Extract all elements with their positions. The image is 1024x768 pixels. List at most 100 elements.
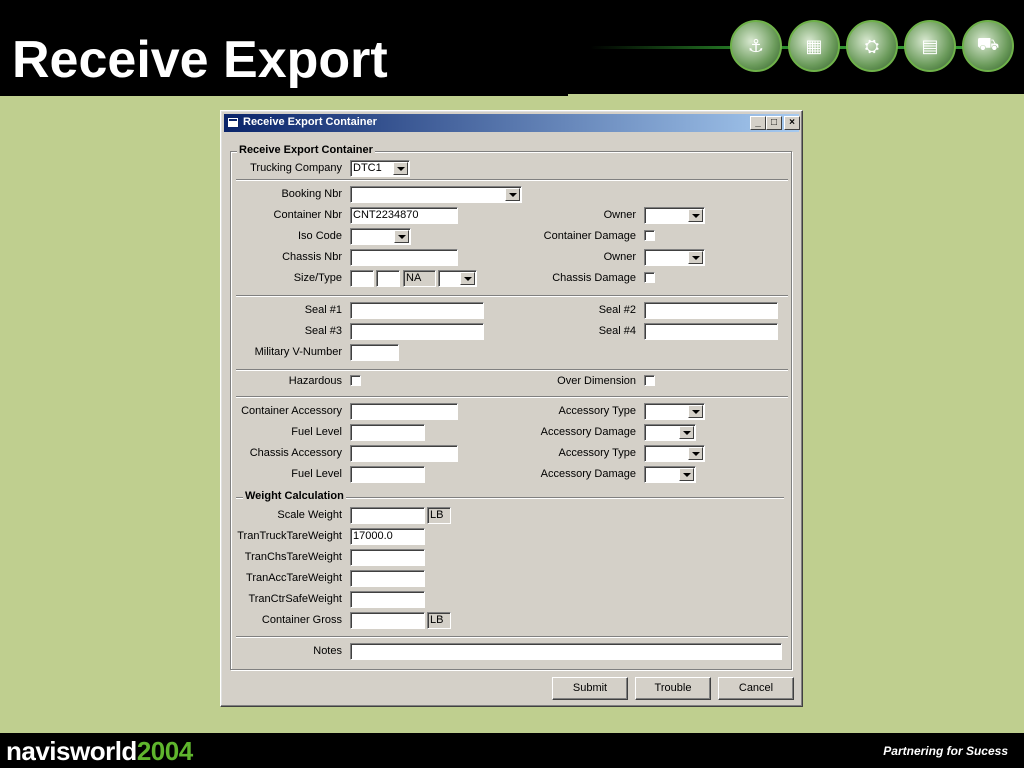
chassis-damage-label: Chassis Damage <box>552 272 636 284</box>
chevron-down-icon <box>688 209 703 222</box>
title-bar[interactable]: Receive Export Container _ □ × <box>224 114 800 132</box>
container-damage-checkbox[interactable] <box>644 230 655 241</box>
iso-code-dropdown[interactable] <box>350 228 411 245</box>
window-icon <box>227 117 239 128</box>
seal-1-field[interactable] <box>350 302 484 319</box>
tran-chs-tare-field[interactable] <box>350 549 425 566</box>
maximize-button[interactable]: □ <box>766 116 782 130</box>
accessory-type-label: Accessory Type <box>558 405 636 417</box>
military-v-number-field[interactable] <box>350 344 399 361</box>
group-title: Receive Export Container <box>237 144 375 156</box>
chevron-down-icon <box>679 426 694 439</box>
divider <box>236 179 788 181</box>
yard-photo-icon: ▤ <box>904 20 956 72</box>
chassis-accessory-field[interactable] <box>350 445 458 462</box>
size-type-label: Size/Type <box>293 272 342 284</box>
type-field[interactable] <box>376 270 400 287</box>
trucking-company-dropdown[interactable]: DTC1 <box>350 160 410 177</box>
iso-code-label: Iso Code <box>297 230 342 242</box>
over-dimension-label: Over Dimension <box>557 375 636 387</box>
seal-4-field[interactable] <box>644 323 778 340</box>
owner-label: Owner <box>603 209 636 221</box>
minimize-button[interactable]: _ <box>750 116 766 130</box>
trucking-company-label: Trucking Company <box>250 162 342 174</box>
notes-label: Notes <box>313 645 342 657</box>
booking-nbr-dropdown[interactable] <box>350 186 522 203</box>
container-accessory-field[interactable] <box>350 403 458 420</box>
port-photo-icon: ⚓ <box>730 20 782 72</box>
container-nbr-field[interactable]: CNT2234870 <box>350 207 458 224</box>
close-button[interactable]: × <box>784 116 800 130</box>
chevron-down-icon <box>505 188 520 201</box>
tran-ctr-safe-label: TranCtrSafeWeight <box>248 593 342 605</box>
seal-3-label: Seal #3 <box>304 325 342 337</box>
chevron-down-icon <box>679 468 694 481</box>
military-v-number-label: Military V-Number <box>254 346 342 358</box>
tran-truck-tare-label: TranTruckTareWeight <box>237 530 342 542</box>
container-gross-unit: LB <box>427 612 451 629</box>
container-accessory-label: Container Accessory <box>241 405 342 417</box>
navisworld-logo: navisworld2004 <box>6 736 193 766</box>
container-accessory-type-dropdown[interactable] <box>644 403 705 420</box>
container-fuel-level-field[interactable] <box>350 424 425 441</box>
tran-truck-tare-field[interactable]: 17000.0 <box>350 528 425 545</box>
scale-weight-unit: LB <box>427 507 451 524</box>
owner-label: Owner <box>603 251 636 263</box>
booking-nbr-label: Booking Nbr <box>281 188 342 200</box>
height-field[interactable]: NA <box>403 270 436 287</box>
chevron-down-icon <box>460 272 475 285</box>
container-owner-dropdown[interactable] <box>644 207 705 224</box>
container-nbr-label: Container Nbr <box>273 209 342 221</box>
divider <box>236 396 788 398</box>
submit-button[interactable]: Submit <box>552 677 628 700</box>
size-field[interactable] <box>350 270 374 287</box>
truck-photo-icon: ⛟ <box>962 20 1014 72</box>
slide-title: Receive Export <box>12 31 388 89</box>
fuel-level-label: Fuel Level <box>291 426 342 438</box>
chassis-accessory-type-dropdown[interactable] <box>644 445 705 462</box>
container-damage-label: Container Damage <box>543 230 636 242</box>
chevron-down-icon <box>393 162 408 175</box>
crane-photo-icon: ⛭ <box>846 20 898 72</box>
seal-2-field[interactable] <box>644 302 778 319</box>
seal-3-field[interactable] <box>350 323 484 340</box>
tran-acc-tare-label: TranAccTareWeight <box>246 572 342 584</box>
header-underline <box>0 94 568 96</box>
tagline: Partnering for Sucess <box>883 744 1008 758</box>
weight-calculation-title: Weight Calculation <box>243 490 346 502</box>
trouble-button[interactable]: Trouble <box>635 677 711 700</box>
divider <box>236 636 788 638</box>
tran-ctr-safe-field[interactable] <box>350 591 425 608</box>
chassis-accessory-damage-dropdown[interactable] <box>644 466 696 483</box>
chassis-fuel-level-field[interactable] <box>350 466 425 483</box>
notes-field[interactable] <box>350 643 782 660</box>
terminal-photo-icon: ▦ <box>788 20 840 72</box>
receive-export-dialog: Receive Export Container _ □ × Receive E… <box>220 110 803 707</box>
chevron-down-icon <box>688 447 703 460</box>
chassis-nbr-label: Chassis Nbr <box>282 251 342 263</box>
window-title: Receive Export Container <box>243 116 377 128</box>
scale-weight-label: Scale Weight <box>277 509 342 521</box>
divider <box>236 295 788 297</box>
accessory-damage-label: Accessory Damage <box>540 468 636 480</box>
seal-4-label: Seal #4 <box>598 325 636 337</box>
fuel-level-label: Fuel Level <box>291 468 342 480</box>
tran-chs-tare-label: TranChsTareWeight <box>244 551 342 563</box>
chassis-nbr-field[interactable] <box>350 249 458 266</box>
chevron-down-icon <box>688 251 703 264</box>
chassis-accessory-label: Chassis Accessory <box>249 447 342 459</box>
chassis-owner-dropdown[interactable] <box>644 249 705 266</box>
hazardous-checkbox[interactable] <box>350 375 361 386</box>
over-dimension-checkbox[interactable] <box>644 375 655 386</box>
seal-2-label: Seal #2 <box>598 304 636 316</box>
container-gross-field[interactable] <box>350 612 425 629</box>
tran-acc-tare-field[interactable] <box>350 570 425 587</box>
cancel-button[interactable]: Cancel <box>718 677 794 700</box>
hazardous-label: Hazardous <box>288 375 342 387</box>
chassis-damage-checkbox[interactable] <box>644 272 655 283</box>
accessory-damage-label: Accessory Damage <box>540 426 636 438</box>
seal-1-label: Seal #1 <box>304 304 342 316</box>
container-accessory-damage-dropdown[interactable] <box>644 424 696 441</box>
scale-weight-field[interactable] <box>350 507 425 524</box>
size-type-dropdown[interactable] <box>438 270 477 287</box>
